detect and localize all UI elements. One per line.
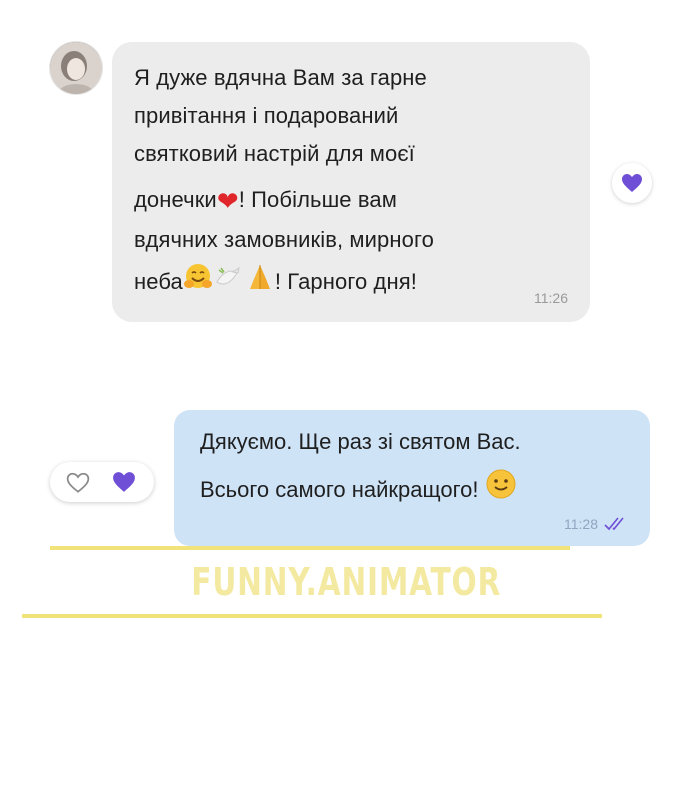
message-text: неба (134, 269, 183, 294)
message-timestamp: 11:28 (564, 516, 598, 532)
incoming-message-bubble[interactable]: Я дуже вдячна Вам за гарне привітання і … (112, 42, 590, 322)
message-line: привітання і подарований (134, 103, 399, 128)
reaction-heart-button[interactable] (612, 163, 652, 203)
message-text: ! Гарного дня! (274, 269, 417, 294)
heart-filled-icon[interactable] (112, 471, 136, 493)
dove-emoji (213, 264, 245, 302)
watermark-text: FUNNY.ANIMATOR (191, 560, 502, 604)
message-line: Всього самого найкращого! (200, 468, 632, 510)
contact-avatar[interactable] (50, 42, 102, 94)
message-line: святковий настрій для моєї (134, 141, 415, 166)
message-text: Всього самого найкращого! (200, 477, 479, 502)
folded-hands-emoji (245, 262, 275, 302)
red-heart-emoji: ❤ (216, 187, 239, 217)
message-line: неба ! Гарного дня! (134, 262, 568, 302)
underline-top (50, 546, 570, 550)
heart-icon (622, 174, 642, 192)
message-text: ! Побільше вам (238, 187, 397, 212)
reaction-bar (50, 462, 154, 502)
message-text: донечки (134, 187, 217, 212)
underline-bottom (22, 614, 602, 618)
outgoing-message-bubble[interactable]: Дякуємо. Ще раз зі святом Вас. Всього са… (174, 410, 650, 546)
message-line: Я дуже вдячна Вам за гарне (134, 65, 427, 90)
heart-outline-icon[interactable] (66, 472, 90, 494)
message-timestamp: 11:26 (534, 290, 568, 306)
message-line: донечки❤! Побільше вам (134, 184, 568, 218)
message-line: вдячних замовників, мирного (134, 227, 434, 252)
read-checkmarks-icon (604, 517, 624, 531)
message-line: Дякуємо. Ще раз зі святом Вас. (200, 429, 521, 454)
avatar-photo (50, 42, 102, 94)
hugging-face-emoji (183, 262, 213, 302)
slightly-smiling-emoji (485, 468, 517, 510)
